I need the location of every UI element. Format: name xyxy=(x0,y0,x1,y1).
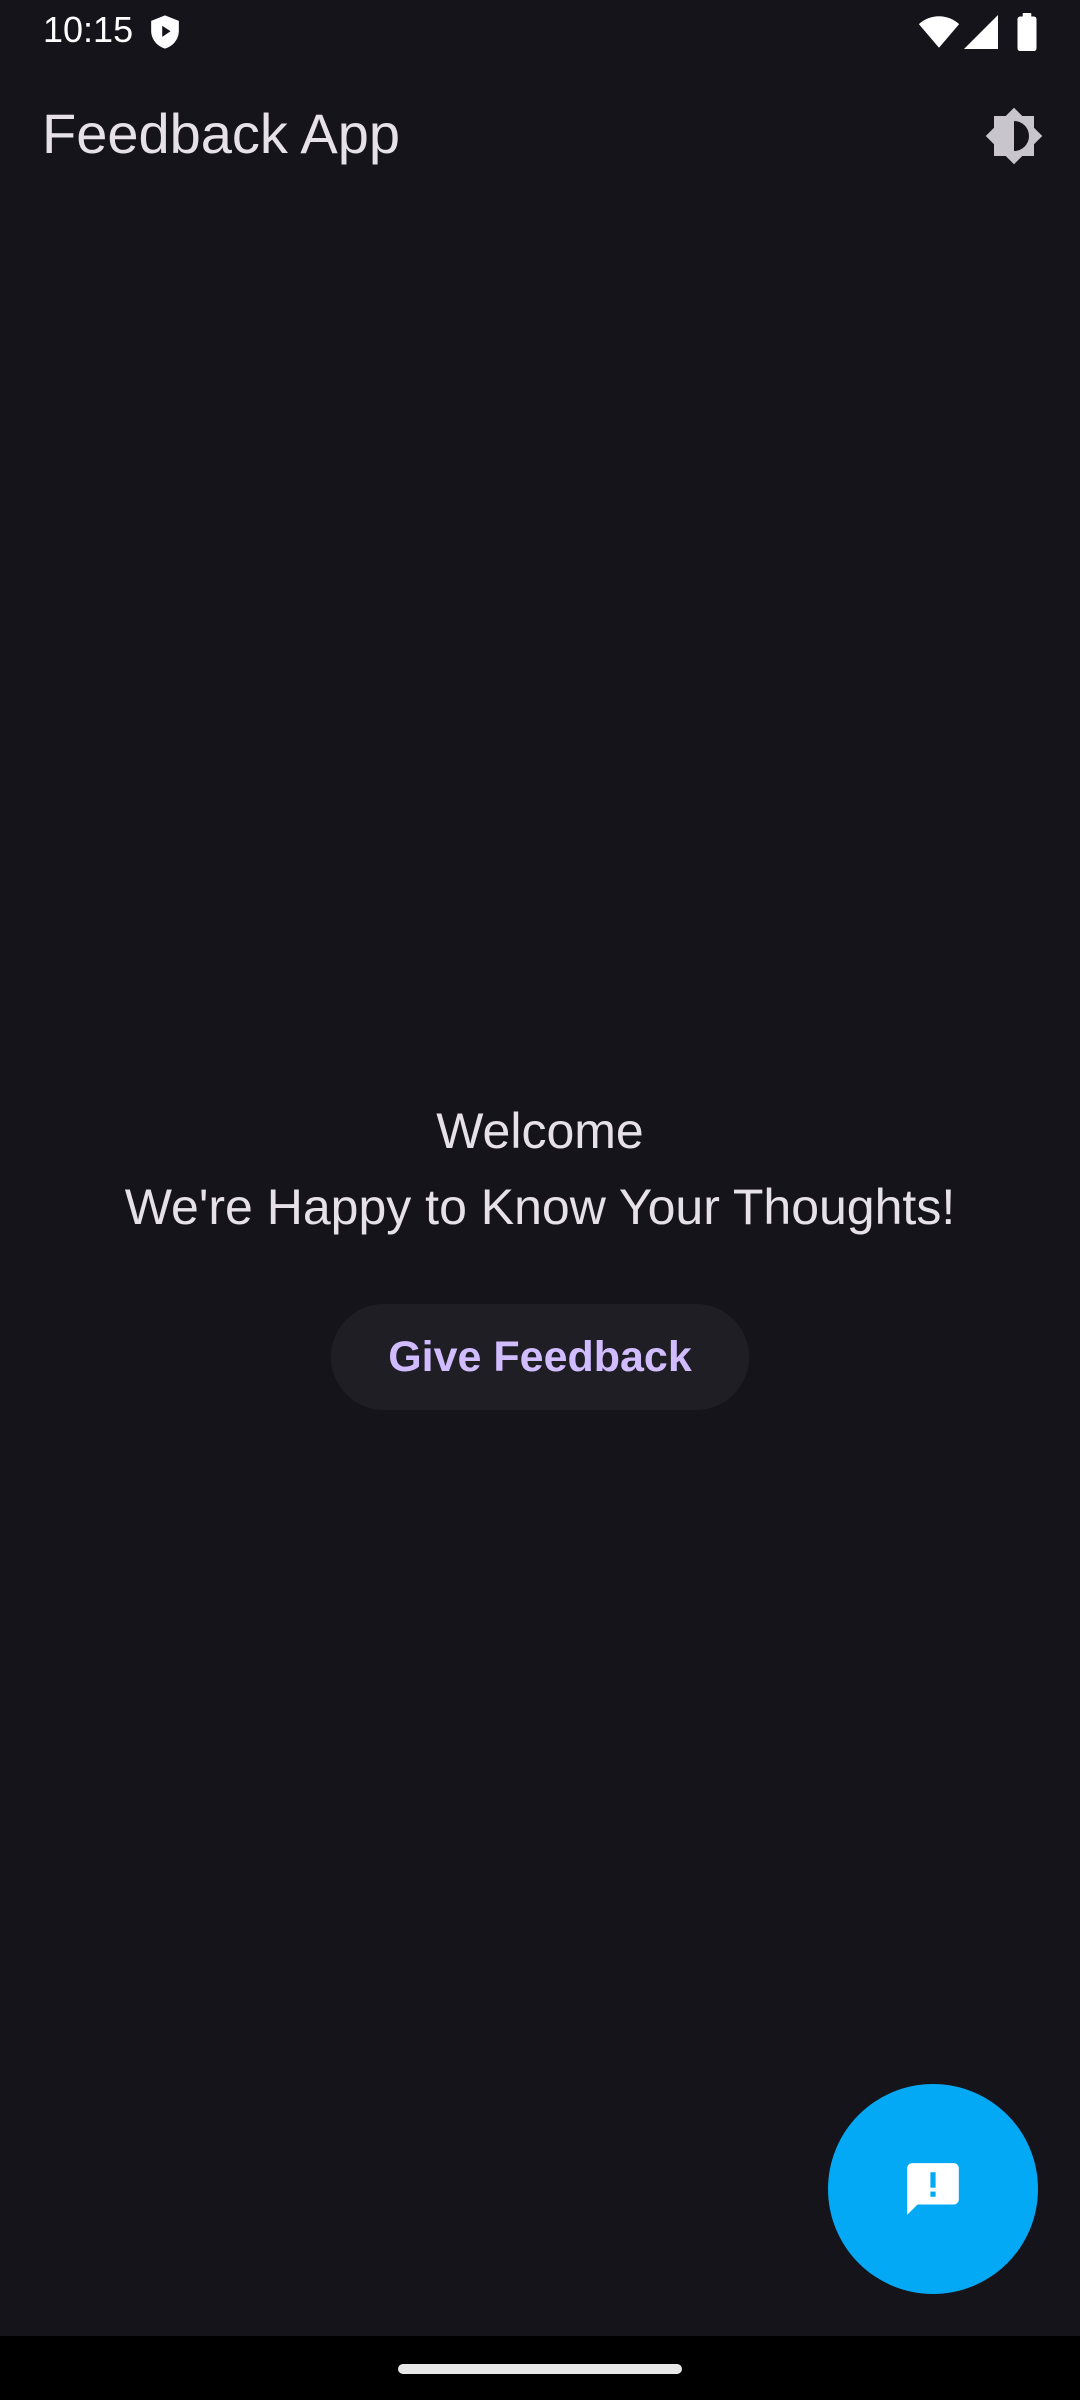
status-bar: 10:15 xyxy=(0,0,1080,60)
welcome-section: Welcome We're Happy to Know Your Thought… xyxy=(0,1100,1080,1410)
give-feedback-button[interactable]: Give Feedback xyxy=(331,1304,749,1410)
status-time: 10:15 xyxy=(43,9,134,50)
home-indicator[interactable] xyxy=(398,2364,682,2374)
wifi-icon xyxy=(918,16,960,48)
feedback-fab[interactable] xyxy=(828,2084,1038,2294)
app-title: Feedback App xyxy=(42,102,401,165)
feedback-icon xyxy=(907,2163,959,2215)
app-bar: Feedback App xyxy=(0,60,1080,210)
shield-icon xyxy=(151,15,179,49)
welcome-heading: Welcome xyxy=(436,1103,644,1159)
theme-toggle-button[interactable] xyxy=(974,96,1054,176)
battery-icon xyxy=(1017,13,1037,51)
brightness-icon xyxy=(985,107,1043,165)
signal-icon xyxy=(964,15,998,49)
welcome-subtitle: We're Happy to Know Your Thoughts! xyxy=(124,1179,956,1235)
navigation-bar xyxy=(0,2336,1080,2400)
